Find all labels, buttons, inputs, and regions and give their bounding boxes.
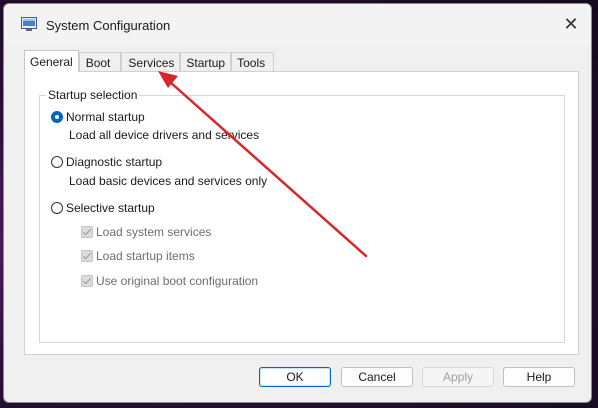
general-tab-panel: Startup selection Normal startup Load al… [24, 71, 579, 355]
startup-selection-group: Startup selection Normal startup Load al… [39, 88, 565, 343]
title-bar[interactable]: System Configuration ✕ [4, 4, 591, 44]
diagnostic-startup-description: Load basic devices and services only [69, 174, 268, 188]
apply-button[interactable]: Apply [422, 367, 494, 387]
normal-startup-radio[interactable]: Normal startup [51, 110, 145, 124]
tab-startup[interactable]: Startup [180, 52, 232, 72]
close-button[interactable]: ✕ [551, 4, 591, 44]
tab-services[interactable]: Services [121, 52, 181, 72]
msconfig-icon [21, 17, 37, 31]
selective-startup-radio[interactable]: Selective startup [51, 201, 155, 215]
help-button[interactable]: Help [503, 367, 575, 387]
tab-label: General [30, 54, 73, 69]
radio-indicator [51, 156, 63, 168]
checkbox-indicator [81, 275, 93, 287]
checkbox-label: Load system services [96, 225, 212, 239]
tab-label: Services [128, 55, 175, 70]
radio-indicator [51, 111, 63, 123]
radio-label: Selective startup [66, 201, 155, 215]
radio-indicator [51, 202, 63, 214]
group-label: Startup selection [46, 88, 140, 102]
ok-button[interactable]: OK [259, 367, 331, 387]
radio-label: Normal startup [66, 110, 145, 124]
radio-label: Diagnostic startup [66, 155, 163, 169]
checkbox-indicator [81, 250, 93, 262]
tab-label: Startup [186, 55, 226, 70]
use-original-boot-config-checkbox[interactable]: Use original boot configuration [81, 274, 258, 288]
cancel-button[interactable]: Cancel [341, 367, 413, 387]
checkbox-label: Use original boot configuration [96, 274, 259, 288]
normal-startup-description: Load all device drivers and services [69, 128, 260, 142]
tab-label: Boot [85, 55, 111, 70]
tab-strip: General Boot Services Startup Tools [24, 50, 275, 72]
load-startup-items-checkbox[interactable]: Load startup items [81, 249, 195, 263]
tab-label: Tools [237, 55, 266, 70]
load-system-services-checkbox[interactable]: Load system services [81, 225, 211, 239]
tab-tools[interactable]: Tools [231, 52, 275, 72]
window-title: System Configuration [46, 18, 171, 33]
tab-boot[interactable]: Boot [78, 52, 122, 72]
tab-general[interactable]: General [24, 50, 79, 72]
diagnostic-startup-radio[interactable]: Diagnostic startup [51, 155, 162, 169]
checkbox-label: Load startup items [96, 249, 195, 263]
system-configuration-window: System Configuration ✕ General Boot Serv… [3, 3, 592, 403]
close-icon: ✕ [563, 13, 579, 34]
checkbox-indicator [81, 226, 93, 238]
